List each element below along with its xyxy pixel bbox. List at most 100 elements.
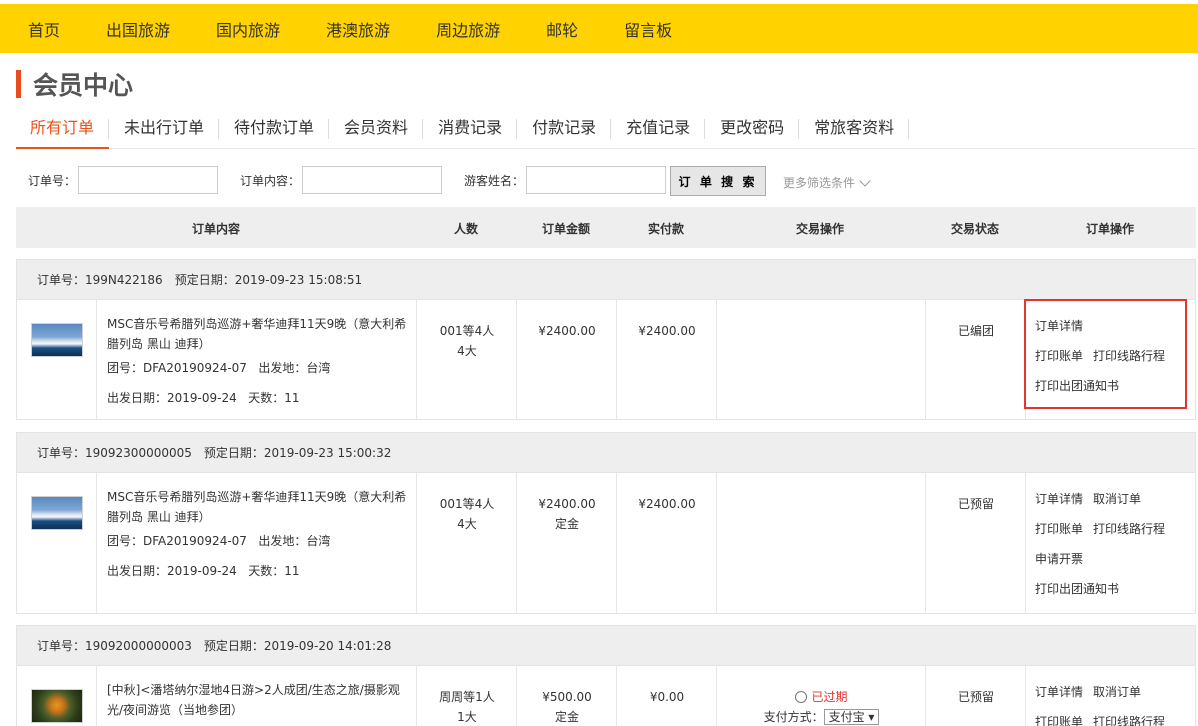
tab-upcoming-orders[interactable]: 未出行订单 — [109, 113, 220, 149]
print-itinerary-link[interactable]: 打印线路行程 — [1093, 715, 1165, 726]
cancel-order-link[interactable]: 取消订单 — [1093, 492, 1141, 506]
cruise-ship-image[interactable] — [31, 496, 83, 530]
paid-amount: ¥2400.00 — [638, 324, 696, 338]
nav-cruise[interactable]: 邮轮 — [546, 17, 578, 41]
order-operations: 订单详情 取消订单 打印账单 打印线路行程 申请开票 打印出团通知书 — [1035, 484, 1175, 604]
group-number: 团号：DFA20190924-07 — [107, 534, 247, 548]
tab-member-info[interactable]: 会员资料 — [329, 113, 424, 149]
order-status: 已预留 — [957, 690, 994, 704]
nav-guestbook[interactable]: 留言板 — [624, 17, 672, 41]
guest-name-input[interactable] — [526, 166, 667, 194]
booking-date: 预定日期：2019-09-23 15:08:51 — [174, 273, 363, 287]
people-count: 周周等1人 1大 — [439, 690, 495, 724]
header-operations: 订单操作 — [1085, 222, 1135, 236]
page-title-text: 会员中心 — [33, 71, 134, 100]
tab-spending[interactable]: 消费记录 — [423, 113, 518, 149]
order-amount: ¥2400.00 定金 — [517, 494, 617, 534]
departure-city: 出发地：台湾 — [258, 361, 331, 375]
tab-unpaid-orders[interactable]: 待付款订单 — [219, 113, 330, 149]
order-description: MSC音乐号希腊列岛巡游+奢华迪拜11天9晚（意大利希腊列岛 黑山 迪拜） 团号… — [107, 487, 407, 581]
cruise-ship-image[interactable] — [31, 323, 83, 357]
order-number: 订单号：199N422186 — [37, 273, 163, 287]
header-amount: 订单金额 — [541, 222, 591, 236]
more-filters-text: 更多筛选条件 — [783, 176, 856, 190]
order-description: [中秋]<潘塔纳尔湿地4日游>2人成团/生态之旅/摄影观光/夜间游览（当地参团） — [107, 680, 407, 720]
more-filters-link[interactable]: 更多筛选条件 — [783, 174, 871, 191]
departure-city: 出发地：台湾 — [258, 534, 331, 548]
people-count: 001等4人 4大 — [439, 324, 495, 358]
order-status: 已编团 — [957, 324, 994, 338]
nav-outbound[interactable]: 出国旅游 — [106, 17, 170, 41]
order-header: 订单号：19092300000005 预定日期：2019-09-23 15:00:… — [16, 432, 1196, 473]
group-number: 团号：DFA20190924-07 — [107, 361, 247, 375]
tab-all-orders[interactable]: 所有订单 — [16, 113, 110, 149]
chevron-down-icon — [859, 174, 871, 187]
order-detail-link[interactable]: 订单详情 — [1035, 685, 1083, 699]
order-number: 订单号：19092000000003 — [37, 639, 192, 653]
tab-frequent-travelers[interactable]: 常旅客资料 — [799, 113, 910, 149]
pay-method-select[interactable]: 支付宝 ▾ — [823, 709, 880, 725]
nav-nearby[interactable]: 周边旅游 — [436, 17, 500, 41]
print-itinerary-link[interactable]: 打印线路行程 — [1093, 522, 1165, 536]
order-content-input[interactable] — [302, 166, 443, 194]
order-number: 订单号：19092300000005 — [37, 446, 192, 460]
cancel-order-link[interactable]: 取消订单 — [1093, 685, 1141, 699]
people-count: 001等4人 4大 — [439, 497, 495, 531]
clock-icon — [795, 691, 808, 703]
trip-days: 天数：11 — [248, 391, 300, 405]
product-title-link[interactable]: MSC音乐号希腊列岛巡游+奢华迪拜11天9晚（意大利希腊列岛 黑山 迪拜） — [107, 487, 407, 527]
paid-amount: ¥0.00 — [649, 690, 685, 704]
order-header: 订单号：199N422186 预定日期：2019-09-23 15:08:51 — [16, 259, 1196, 300]
table-row: [中秋]<潘塔纳尔湿地4日游>2人成团/生态之旅/摄影观光/夜间游览（当地参团）… — [16, 665, 1196, 726]
paid-amount: ¥2400.00 — [638, 497, 696, 511]
nav-hkmacau[interactable]: 港澳旅游 — [326, 17, 390, 41]
table-row: MSC音乐号希腊列岛巡游+奢华迪拜11天9晚（意大利希腊列岛 黑山 迪拜） 团号… — [16, 472, 1196, 614]
guest-label: 游客姓名： — [464, 173, 525, 188]
print-bill-link[interactable]: 打印账单 — [1035, 522, 1083, 536]
order-detail-link[interactable]: 订单详情 — [1035, 492, 1083, 506]
header-status: 交易状态 — [950, 222, 1000, 236]
highlight-box — [1024, 299, 1187, 409]
product-title-link[interactable]: MSC音乐号希腊列岛巡游+奢华迪拜11天9晚（意大利希腊列岛 黑山 迪拜） — [107, 314, 407, 354]
order-amount: ¥500.00 定金 — [517, 687, 617, 726]
tab-change-password[interactable]: 更改密码 — [705, 113, 800, 149]
header-people: 人数 — [453, 222, 479, 236]
order-description: MSC音乐号希腊列岛巡游+奢华迪拜11天9晚（意大利希腊列岛 黑山 迪拜） 团号… — [107, 314, 407, 408]
deposit-label: 定金 — [554, 517, 579, 531]
order-tabs: 所有订单 未出行订单 待付款订单 会员资料 消费记录 付款记录 充值记录 更改密… — [16, 113, 1196, 149]
table-header: 订单内容 人数 订单金额 实付款 交易操作 交易状态 订单操作 — [16, 207, 1196, 248]
product-title-link[interactable]: [中秋]<潘塔纳尔湿地4日游>2人成团/生态之旅/摄影观光/夜间游览（当地参团） — [107, 680, 407, 720]
nav-home[interactable]: 首页 — [28, 17, 60, 41]
print-bill-link[interactable]: 打印账单 — [1035, 715, 1083, 726]
departure-date: 出发日期：2019-09-24 — [107, 391, 237, 405]
order-no-input[interactable] — [78, 166, 219, 194]
order-status: 已预留 — [957, 497, 994, 511]
request-invoice-link[interactable]: 申请开票 — [1035, 552, 1083, 566]
print-notice-link[interactable]: 打印出团通知书 — [1035, 582, 1119, 596]
pay-method-label: 支付方式： — [763, 710, 824, 724]
header-paid: 实付款 — [647, 222, 685, 236]
transaction-operation: 已过期 支付方式： 支付宝 ▾ — [717, 687, 926, 726]
tab-recharge[interactable]: 充值记录 — [611, 113, 706, 149]
top-nav: 首页 出国旅游 国内旅游 港澳旅游 周边旅游 邮轮 留言板 — [0, 4, 1198, 53]
order-no-label: 订单号： — [28, 173, 77, 188]
order-amount: ¥2400.00 — [538, 324, 596, 338]
table-row: MSC音乐号希腊列岛巡游+奢华迪拜11天9晚（意大利希腊列岛 黑山 迪拜） 团号… — [16, 299, 1196, 420]
order-operations: 订单详情 取消订单 打印账单 打印线路行程 — [1035, 677, 1175, 726]
page-title: 会员中心 — [16, 68, 133, 100]
deposit-label: 定金 — [554, 710, 579, 724]
header-transaction: 交易操作 — [795, 222, 845, 236]
booking-date: 预定日期：2019-09-20 14:01:28 — [203, 639, 392, 653]
header-content: 订单内容 — [191, 222, 241, 236]
wildlife-image[interactable] — [31, 689, 83, 723]
trip-days: 天数：11 — [248, 564, 300, 578]
nav-domestic[interactable]: 国内旅游 — [216, 17, 280, 41]
order-search-button[interactable]: 订 单 搜 索 — [670, 166, 766, 196]
search-filters: 订单号： 订单内容： 游客姓名： — [28, 166, 667, 194]
title-accent-bar — [16, 70, 21, 98]
tab-payments[interactable]: 付款记录 — [517, 113, 612, 149]
booking-date: 预定日期：2019-09-23 15:00:32 — [203, 446, 392, 460]
order-header: 订单号：19092000000003 预定日期：2019-09-20 14:01:… — [16, 625, 1196, 666]
departure-date: 出发日期：2019-09-24 — [107, 564, 237, 578]
content-label: 订单内容： — [240, 173, 301, 188]
